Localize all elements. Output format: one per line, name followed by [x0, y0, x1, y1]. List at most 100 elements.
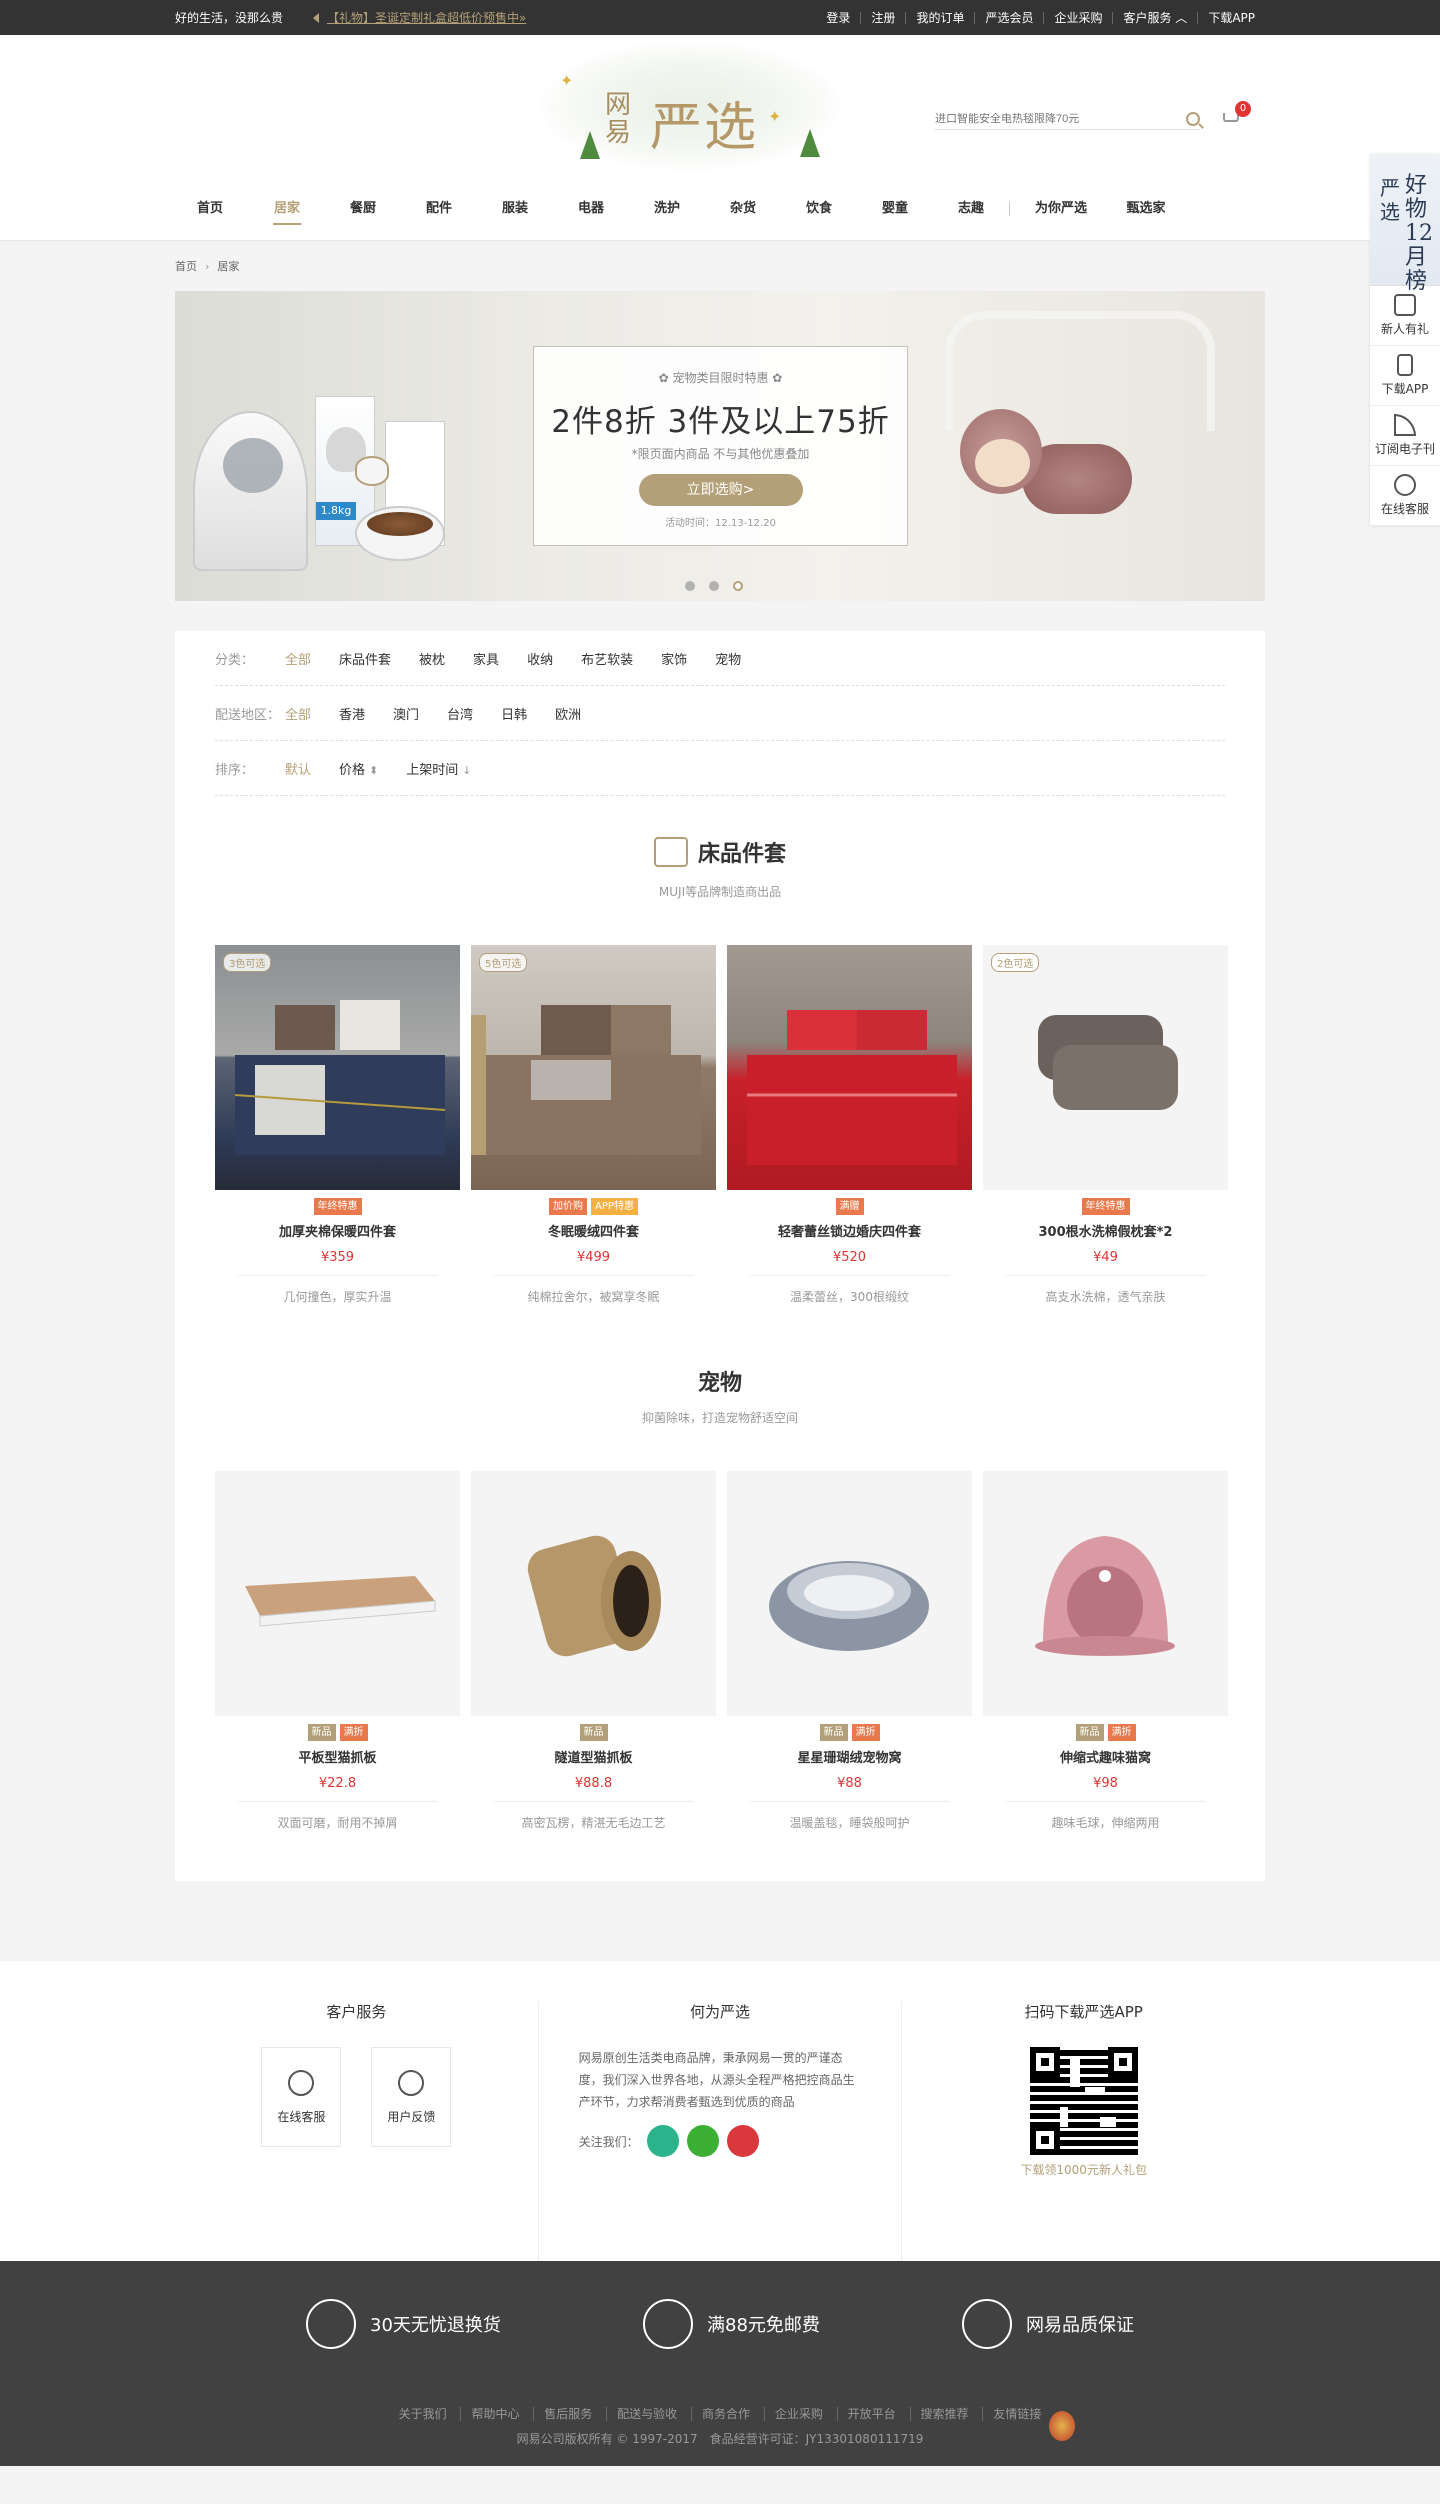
product-image[interactable]: [215, 1471, 460, 1716]
filter-label: 配送地区：: [215, 707, 281, 723]
nav-appliances[interactable]: 电器: [577, 193, 605, 225]
category-storage[interactable]: 收纳: [527, 649, 553, 668]
download-app-link[interactable]: 下载APP: [1197, 11, 1265, 24]
sort-default[interactable]: 默认: [285, 759, 311, 778]
category-decor[interactable]: 家饰: [661, 649, 687, 668]
breadcrumb-home[interactable]: 首页: [175, 258, 197, 274]
product-name[interactable]: 加厚夹棉保暖四件套: [215, 1221, 460, 1240]
category-quilt-pillow[interactable]: 被枕: [419, 649, 445, 668]
nav-food[interactable]: 饮食: [805, 193, 833, 225]
footer-link-friends[interactable]: 友情链接: [982, 2407, 1052, 2421]
category-all[interactable]: 全部: [285, 649, 311, 668]
product-card[interactable]: 2色可选 年终特惠 300根水洗棉假枕套*2 ¥49 高支水洗棉，透气亲肤: [983, 945, 1228, 1305]
product-image[interactable]: [727, 1471, 972, 1716]
nav-interest[interactable]: 志趣: [957, 193, 985, 225]
sort-newest[interactable]: 上架时间 ↓: [406, 759, 471, 778]
monthly-best-banner[interactable]: 严选 好物12月榜: [1370, 154, 1440, 294]
search-input[interactable]: [935, 112, 1165, 125]
carousel-dot[interactable]: [685, 581, 695, 591]
promo-banner[interactable]: 1.8kg ✿ 宠物类目限时特惠 ✿ 2件8折 3件及以上75折 *限页面内商品…: [175, 291, 1265, 601]
nav-kitchen[interactable]: 餐厨: [349, 193, 377, 225]
product-image[interactable]: [983, 1471, 1228, 1716]
side-download-app[interactable]: 下载APP: [1370, 346, 1440, 406]
side-online-service[interactable]: 在线客服: [1370, 466, 1440, 526]
nav-misc[interactable]: 杂货: [729, 193, 757, 225]
category-furniture[interactable]: 家具: [473, 649, 499, 668]
cart-button[interactable]: 0: [1221, 101, 1251, 127]
carousel-dot[interactable]: [709, 581, 719, 591]
product-image[interactable]: 5色可选: [471, 945, 716, 1190]
product-name[interactable]: 平板型猫抓板: [215, 1747, 460, 1766]
nav-baby[interactable]: 婴童: [881, 193, 909, 225]
category-soft-furnishing[interactable]: 布艺软装: [581, 649, 633, 668]
nav-clothing[interactable]: 服装: [501, 193, 529, 225]
nav-accessories[interactable]: 配件: [425, 193, 453, 225]
footer-link-after-sales[interactable]: 售后服务: [533, 2407, 603, 2421]
product-image[interactable]: 2色可选: [983, 945, 1228, 1190]
weibo-icon[interactable]: [726, 2125, 759, 2157]
region-macau[interactable]: 澳门: [393, 704, 419, 723]
nav-washcare[interactable]: 洗护: [653, 193, 681, 225]
product-card[interactable]: 5色可选 加价购 APP特惠 冬眠暖绒四件套 ¥499 纯棉拉舍尔，被窝享冬眠: [471, 945, 716, 1305]
region-europe[interactable]: 欧洲: [555, 704, 581, 723]
enterprise-link[interactable]: 企业采购: [1043, 11, 1112, 24]
register-link[interactable]: 注册: [860, 11, 905, 24]
sort-price[interactable]: 价格 ⬍: [339, 759, 378, 778]
product-image[interactable]: [727, 945, 972, 1190]
nav-selectors[interactable]: 甄选家: [1124, 193, 1168, 225]
product-name[interactable]: 300根水洗棉假枕套*2: [983, 1221, 1228, 1240]
online-service-button[interactable]: 在线客服: [261, 2047, 342, 2147]
carousel-dot-active[interactable]: [733, 581, 743, 591]
category-pets[interactable]: 宠物: [715, 649, 741, 668]
product-name[interactable]: 星星珊瑚绒宠物窝: [727, 1747, 972, 1766]
wechat-icon[interactable]: [686, 2125, 719, 2157]
footer-link-open-platform[interactable]: 开放平台: [836, 2407, 906, 2421]
yixin-icon[interactable]: [646, 2125, 679, 2157]
footer-link-delivery[interactable]: 配送与验收: [606, 2407, 688, 2421]
filter-label: 分类：: [215, 652, 255, 668]
footer-link-business[interactable]: 商务合作: [690, 2407, 760, 2421]
side-new-user-gift[interactable]: 新人有礼: [1370, 286, 1440, 346]
region-all[interactable]: 全部: [285, 704, 311, 723]
notice-text[interactable]: 【礼物】圣诞定制礼盒超低价预售中»: [327, 9, 526, 26]
divider: [1005, 1801, 1206, 1802]
notice-banner[interactable]: 【礼物】圣诞定制礼盒超低价预售中»: [313, 9, 526, 26]
police-badge-icon[interactable]: [1049, 2411, 1075, 2441]
product-card[interactable]: 3色可选 年终特惠 加厚夹棉保暖四件套 ¥359 几何撞色，厚实升温: [215, 945, 460, 1305]
region-japan-korea[interactable]: 日韩: [501, 704, 527, 723]
membership-link[interactable]: 严选会员: [974, 11, 1043, 24]
product-name[interactable]: 隧道型猫抓板: [471, 1747, 716, 1766]
nav-picked-for-you[interactable]: 为你严选: [1032, 193, 1090, 225]
footer-link-help[interactable]: 帮助中心: [460, 2407, 530, 2421]
category-bedding-set[interactable]: 床品件套: [339, 649, 391, 668]
button-label: 在线客服: [277, 2110, 326, 2124]
product-name[interactable]: 轻奢蕾丝锁边婚庆四件套: [727, 1221, 972, 1240]
region-taiwan[interactable]: 台湾: [447, 704, 473, 723]
nav-home-living[interactable]: 居家: [273, 193, 301, 225]
footer-link-search[interactable]: 搜索推荐: [909, 2407, 979, 2421]
best-label-b: 严选: [1380, 176, 1400, 224]
chevron-right-icon: ›: [205, 259, 210, 273]
region-hongkong[interactable]: 香港: [339, 704, 365, 723]
product-name[interactable]: 冬眠暖绒四件套: [471, 1221, 716, 1240]
feedback-button[interactable]: 用户反馈: [371, 2047, 452, 2147]
search-icon[interactable]: [1186, 111, 1200, 126]
site-logo[interactable]: 网易 严选 ✦ ✦: [510, 41, 880, 176]
footer-heading: 何为严选: [690, 2003, 751, 2021]
product-image[interactable]: [471, 1471, 716, 1716]
shop-now-button[interactable]: 立即选购>: [638, 474, 803, 506]
nav-home[interactable]: 首页: [197, 193, 223, 225]
product-name[interactable]: 伸缩式趣味猫窝: [983, 1747, 1228, 1766]
my-orders-link[interactable]: 我的订单: [905, 11, 974, 24]
footer-link-enterprise[interactable]: 企业采购: [763, 2407, 833, 2421]
customer-service-link[interactable]: 客户服务 ︿: [1112, 11, 1197, 24]
side-subscribe[interactable]: 订阅电子刊: [1370, 406, 1440, 466]
product-card[interactable]: 新品 满折 平板型猫抓板 ¥22.8 双面可磨，耐用不掉屑: [215, 1471, 460, 1831]
product-card[interactable]: 满赠 轻奢蕾丝锁边婚庆四件套 ¥520 温柔蕾丝，300根缎纹: [727, 945, 972, 1305]
product-image[interactable]: 3色可选: [215, 945, 460, 1190]
product-card[interactable]: 新品 满折 星星珊瑚绒宠物窝 ¥88 温暖盖毯，睡袋般呵护: [727, 1471, 972, 1831]
footer-link-about[interactable]: 关于我们: [389, 2407, 457, 2421]
product-card[interactable]: 新品 隧道型猫抓板 ¥88.8 高密瓦楞，精湛无毛边工艺: [471, 1471, 716, 1831]
product-card[interactable]: 新品 满折 伸缩式趣味猫窝 ¥98 趣味毛球，伸缩两用: [983, 1471, 1228, 1831]
login-link[interactable]: 登录: [816, 12, 860, 24]
